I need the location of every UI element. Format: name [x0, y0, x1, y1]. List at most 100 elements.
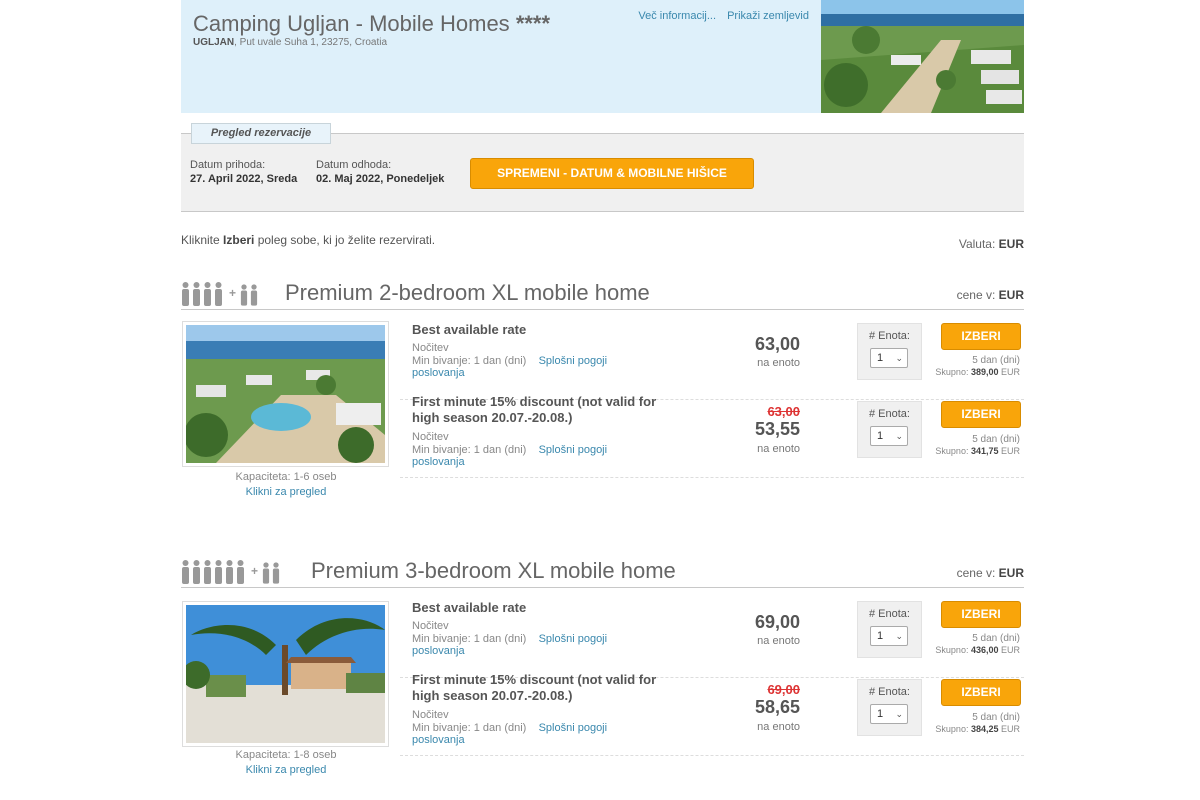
departure-label: Datum odhoda:: [316, 159, 392, 171]
room-capacity: Kapaciteta: 1-8 oseb: [235, 749, 337, 761]
instructions-bold: Izberi: [223, 233, 255, 247]
terms-link[interactable]: Splošni pogoji: [539, 355, 608, 367]
room-card: + Premium 3-bedroom XL mobile home cene …: [181, 554, 1024, 794]
total-label: Skupno:: [935, 645, 971, 655]
rate-name: First minute 15% discount (not valid for…: [412, 394, 657, 425]
arrival-date: Datum prihoda: 27. April 2022, Sreda: [190, 158, 297, 186]
person-icon: [182, 282, 189, 306]
room-photo[interactable]: [182, 601, 389, 747]
person-small-icon: [240, 284, 248, 306]
total-label: Skupno:: [935, 367, 971, 377]
reservation-review: Datum prihoda: 27. April 2022, Sreda Dat…: [181, 133, 1024, 212]
occupancy-icons: +: [181, 280, 260, 306]
room-photo[interactable]: [182, 321, 389, 467]
terms-link-cont[interactable]: poslovanja: [412, 456, 607, 469]
hotel-title: Camping Ugljan - Mobile Homes ****: [193, 11, 550, 37]
stay-total: Skupno: 389,00 EUR: [935, 367, 1020, 377]
review-tab: Pregled rezervacije: [191, 123, 331, 144]
terms-link-cont[interactable]: poslovanja: [412, 734, 607, 747]
terms-link[interactable]: Splošni pogoji: [539, 722, 608, 734]
unit-quantity-select[interactable]: 1 ⌄: [870, 426, 908, 446]
arrival-value: 27. April 2022, Sreda: [190, 173, 298, 185]
total-value: 436,00: [970, 645, 999, 655]
unit-quantity-box: # Enota: 1 ⌄: [857, 679, 922, 736]
select-rate-button[interactable]: IZBERI: [941, 401, 1021, 428]
prices-currency: cene v: EUR: [957, 288, 1024, 302]
hotel-header: Camping Ugljan - Mobile Homes **** UGLJA…: [181, 0, 821, 113]
rate-meta: Nočitev Min bivanje: 1 dan (dni) Splošni…: [412, 620, 607, 658]
select-rate-button[interactable]: IZBERI: [941, 679, 1021, 706]
rate-meta: Nočitev Min bivanje: 1 dan (dni) Splošni…: [412, 431, 607, 469]
unit-quantity-value: 1: [877, 630, 884, 642]
total-currency: EUR: [998, 724, 1020, 734]
currency-value: EUR: [998, 237, 1024, 251]
plus-icon: +: [229, 286, 237, 300]
hotel-city: UGLJAN: [193, 37, 235, 48]
rate-unit: na enoto: [757, 721, 800, 733]
total-label: Skupno:: [935, 724, 971, 734]
hotel-hero-image[interactable]: [821, 0, 1024, 113]
prices-currency-value: EUR: [998, 566, 1024, 580]
room-header: + Premium 2-bedroom XL mobile home cene …: [181, 276, 1024, 310]
total-value: 384,25: [970, 724, 999, 734]
unit-quantity-select[interactable]: 1 ⌄: [870, 626, 908, 646]
show-map-link[interactable]: Prikaži zemljevid: [727, 10, 809, 22]
terms-link-cont[interactable]: poslovanja: [412, 645, 607, 658]
rate-price: 63,00: [754, 334, 800, 354]
hotel-address: UGLJAN, Put uvale Suha 1, 23275, Croatia: [193, 37, 387, 48]
prices-label: cene v:: [956, 288, 999, 302]
person-small-icon: [272, 562, 280, 584]
arrival-label: Datum prihoda:: [190, 159, 266, 171]
person-icon: [193, 282, 200, 306]
rate-meta: Nočitev Min bivanje: 1 dan (dni) Splošni…: [412, 342, 607, 380]
rate-meta: Nočitev Min bivanje: 1 dan (dni) Splošni…: [412, 709, 607, 747]
currency-label: Valuta:: [958, 237, 999, 251]
rate-meal: Nočitev: [412, 342, 449, 354]
rate-min-stay: Min bivanje: 1 dan (dni): [412, 632, 527, 645]
departure-date: Datum odhoda: 02. Maj 2022, Ponedeljek: [316, 158, 444, 186]
rate-meal: Nočitev: [412, 620, 449, 632]
person-icon: [204, 560, 211, 584]
room-card: + Premium 2-bedroom XL mobile home cene …: [181, 276, 1024, 506]
room-header: + Premium 3-bedroom XL mobile home cene …: [181, 554, 1024, 588]
rate-unit: na enoto: [757, 357, 800, 369]
rate-name: First minute 15% discount (not valid for…: [412, 672, 657, 703]
terms-link-cont[interactable]: poslovanja: [412, 367, 607, 380]
stay-total: Skupno: 384,25 EUR: [935, 724, 1020, 734]
select-rate-button[interactable]: IZBERI: [941, 323, 1021, 350]
rate-old-price: 63,00: [767, 404, 800, 419]
person-icon: [226, 560, 233, 584]
hotel-stars: ****: [515, 11, 551, 36]
terms-link[interactable]: Splošni pogoji: [539, 633, 608, 645]
change-dates-button[interactable]: SPREMENI - DATUM & MOBILNE HIŠICE: [470, 158, 754, 189]
rate-meal: Nočitev: [412, 431, 449, 443]
unit-quantity-select[interactable]: 1 ⌄: [870, 348, 908, 368]
room-preview-link[interactable]: Klikni za pregled: [181, 486, 391, 498]
unit-quantity-label: # Enota:: [869, 608, 910, 620]
select-rate-button[interactable]: IZBERI: [941, 601, 1021, 628]
rate-meal: Nočitev: [412, 709, 449, 721]
currency-indicator: Valuta: EUR: [959, 237, 1024, 251]
unit-quantity-select[interactable]: 1 ⌄: [870, 704, 908, 724]
rate-row: Best available rate Nočitev Min bivanje:…: [400, 600, 1024, 678]
stay-total: Skupno: 341,75 EUR: [935, 446, 1020, 456]
hotel-name: Camping Ugljan - Mobile Homes: [193, 11, 510, 36]
more-info-link[interactable]: Več informacij...: [638, 10, 716, 22]
total-value: 341,75: [970, 446, 999, 456]
total-label: Skupno:: [935, 446, 971, 456]
unit-quantity-label: # Enota:: [869, 330, 910, 342]
rate-name: Best available rate: [412, 600, 527, 615]
occupancy-icons: +: [181, 558, 282, 584]
stay-days: 5 dan (dni): [972, 633, 1020, 644]
instructions-suffix: poleg sobe, ki jo želite rezervirati.: [254, 233, 436, 247]
terms-link[interactable]: Splošni pogoji: [539, 444, 608, 456]
room-title: Premium 3-bedroom XL mobile home: [311, 558, 676, 583]
total-currency: EUR: [998, 367, 1020, 377]
room-preview-link[interactable]: Klikni za pregled: [181, 764, 391, 776]
rate-price: 58,65: [754, 697, 800, 717]
unit-quantity-box: # Enota: 1 ⌄: [857, 323, 922, 380]
person-icon: [237, 560, 244, 584]
rate-row: First minute 15% discount (not valid for…: [400, 394, 1024, 478]
rate-name: Best available rate: [412, 322, 527, 337]
unit-quantity-value: 1: [877, 708, 884, 720]
